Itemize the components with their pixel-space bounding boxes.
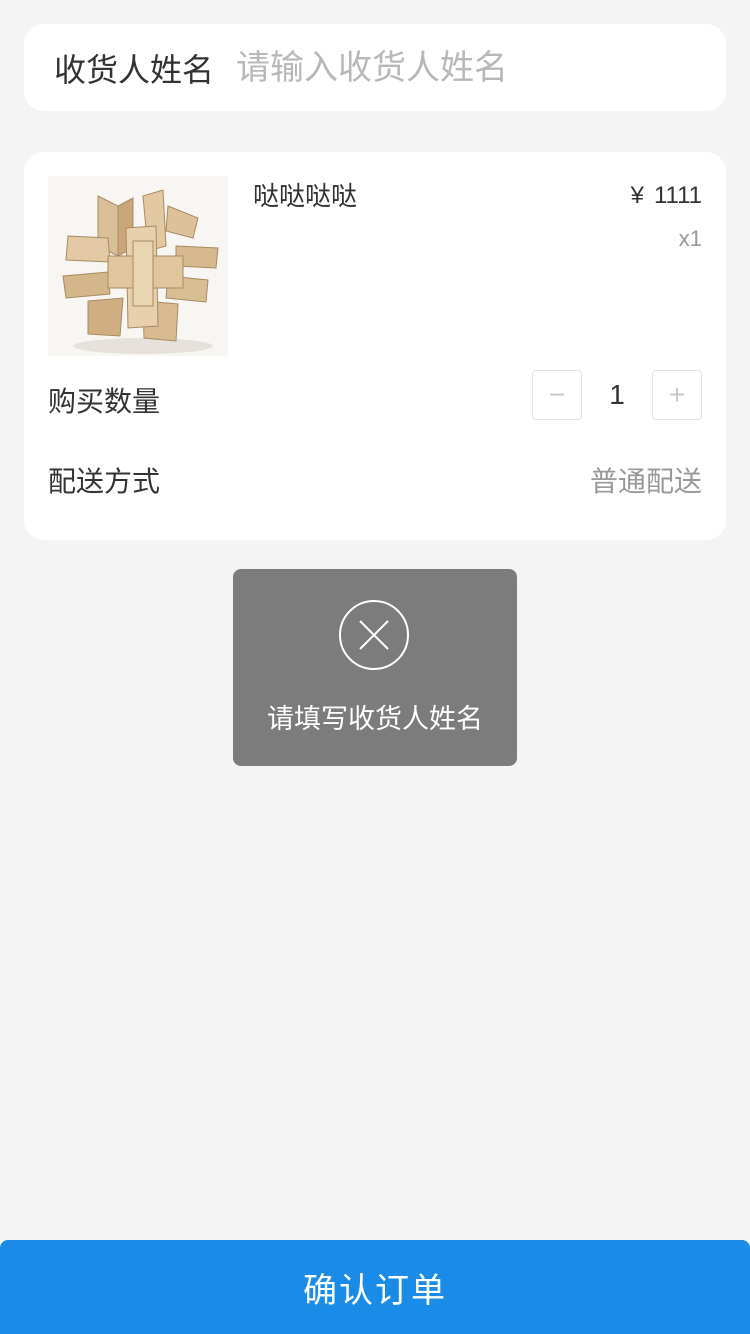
- shipping-method-label: 配送方式: [48, 465, 161, 498]
- close-circle-icon: [339, 600, 409, 670]
- currency-symbol: ¥: [630, 182, 644, 209]
- receiver-name-card: 收货人姓名: [24, 24, 726, 111]
- toast-message: 请填写收货人姓名: [267, 704, 483, 735]
- error-toast: 请填写收货人姓名: [233, 569, 517, 766]
- product-image: [48, 176, 228, 356]
- wooden-puzzle-image: [48, 176, 228, 356]
- shipping-method-value[interactable]: 普通配送: [590, 460, 702, 500]
- receiver-name-input[interactable]: [236, 47, 696, 88]
- receiver-name-label: 收货人姓名: [54, 50, 215, 89]
- quantity-stepper: − 1 +: [532, 370, 702, 420]
- decrement-button[interactable]: −: [532, 370, 582, 420]
- product-price: ¥1111: [631, 182, 702, 210]
- product-card: 哒哒哒哒 ¥1111 x1 购买数量 − 1 + 配送方式 普通配送: [24, 152, 726, 540]
- confirm-order-button[interactable]: 确认订单: [0, 1240, 750, 1334]
- increment-button[interactable]: +: [652, 370, 702, 420]
- purchase-quantity-label: 购买数量: [48, 385, 161, 418]
- product-title: 哒哒哒哒: [253, 182, 358, 212]
- price-value: 1111: [653, 182, 702, 209]
- order-confirm-page: 收货人姓名 请输入收货人姓名 哒哒哒哒 ¥ 1111 x1 购买数量 − 1 +…: [0, 0, 750, 1334]
- quantity-tag: x1: [678, 226, 702, 251]
- quantity-value[interactable]: 1: [582, 379, 652, 411]
